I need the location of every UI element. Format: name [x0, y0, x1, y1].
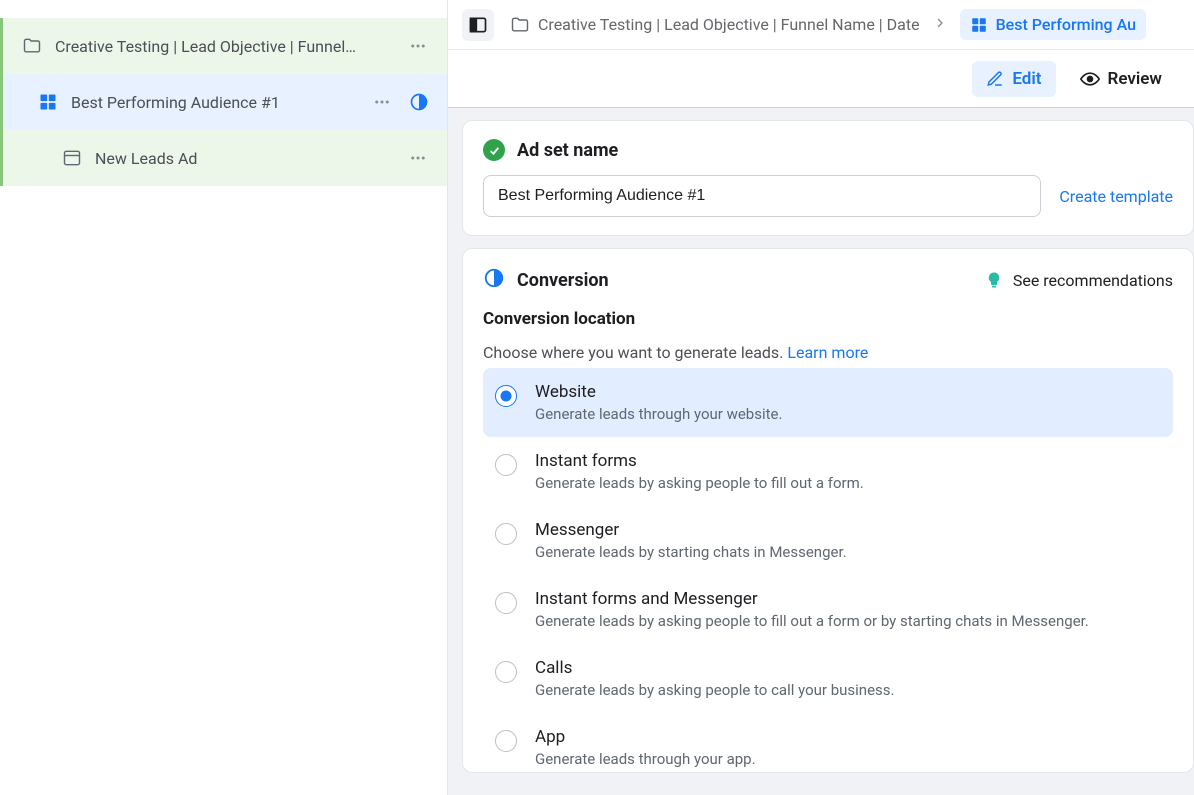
learn-more-link[interactable]: Learn more	[787, 343, 868, 362]
tab-edit-label: Edit	[1012, 69, 1041, 89]
tab-edit[interactable]: Edit	[972, 61, 1055, 97]
breadcrumb-adset[interactable]: Best Performing Au	[960, 9, 1146, 40]
topbar: Creative Testing | Lead Objective | Funn…	[448, 0, 1194, 50]
option-title: Calls	[535, 658, 894, 678]
option-title: Instant forms	[535, 451, 864, 471]
radio-icon	[495, 454, 517, 476]
option-calls[interactable]: Calls Generate leads by asking people to…	[483, 644, 1173, 713]
option-title: Instant forms and Messenger	[535, 589, 1089, 609]
option-desc: Generate leads by starting chats in Mess…	[535, 543, 847, 561]
tree-item-adset[interactable]: Best Performing Audience #1	[0, 74, 447, 130]
half-circle-icon	[483, 267, 505, 293]
conversion-title: Conversion	[517, 270, 609, 291]
option-website[interactable]: Website Generate leads through your webs…	[483, 368, 1173, 437]
radio-icon	[495, 730, 517, 752]
option-instant-forms[interactable]: Instant forms Generate leads by asking p…	[483, 437, 1173, 506]
create-template-link[interactable]: Create template	[1059, 187, 1173, 206]
pencil-icon	[986, 70, 1004, 88]
lightbulb-icon	[985, 271, 1003, 289]
option-desc: Generate leads through your website.	[535, 405, 782, 423]
see-recommendations-label: See recommendations	[1013, 271, 1173, 290]
adset-icon	[37, 91, 59, 113]
folder-icon	[510, 15, 530, 35]
ad-icon	[61, 147, 83, 169]
campaign-tree: Creative Testing | Lead Objective | Funn…	[0, 0, 447, 186]
option-app[interactable]: App Generate leads through your app.	[483, 713, 1173, 772]
option-title: App	[535, 727, 756, 747]
half-circle-icon[interactable]	[409, 92, 429, 112]
more-icon[interactable]	[407, 35, 429, 57]
chevron-right-icon	[932, 15, 948, 35]
tree-item-label: New Leads Ad	[95, 149, 407, 168]
conversion-helper: Choose where you want to generate leads.…	[483, 343, 1173, 362]
main-panel: Creative Testing | Lead Objective | Funn…	[448, 0, 1194, 795]
breadcrumb-campaign-label: Creative Testing | Lead Objective | Funn…	[538, 15, 920, 34]
content: Ad set name Create template Conversion S…	[448, 108, 1194, 773]
radio-icon	[495, 385, 517, 407]
breadcrumb-adset-label: Best Performing Au	[996, 15, 1136, 34]
more-icon[interactable]	[407, 147, 429, 169]
option-instant-forms-messenger[interactable]: Instant forms and Messenger Generate lea…	[483, 575, 1173, 644]
adset-name-title: Ad set name	[517, 140, 618, 161]
radio-icon	[495, 661, 517, 683]
option-title: Website	[535, 382, 782, 402]
option-title: Messenger	[535, 520, 847, 540]
option-messenger[interactable]: Messenger Generate leads by starting cha…	[483, 506, 1173, 575]
breadcrumb-campaign[interactable]: Creative Testing | Lead Objective | Funn…	[510, 15, 920, 35]
eye-icon	[1080, 69, 1100, 89]
tabs-row: Edit Review	[448, 50, 1194, 108]
tree-item-label: Best Performing Audience #1	[71, 93, 371, 112]
option-desc: Generate leads by asking people to call …	[535, 681, 894, 699]
tree-item-campaign[interactable]: Creative Testing | Lead Objective | Funn…	[0, 18, 447, 74]
tab-review[interactable]: Review	[1066, 61, 1176, 97]
radio-icon	[495, 523, 517, 545]
adset-name-input[interactable]	[483, 175, 1041, 217]
folder-icon	[21, 35, 43, 57]
conversion-options: Website Generate leads through your webs…	[483, 368, 1173, 772]
check-circle-icon	[483, 139, 505, 161]
option-desc: Generate leads by asking people to fill …	[535, 612, 1089, 630]
breadcrumb: Creative Testing | Lead Objective | Funn…	[510, 9, 1180, 40]
adset-name-card: Ad set name Create template	[462, 120, 1194, 236]
tab-review-label: Review	[1108, 69, 1162, 89]
radio-icon	[495, 592, 517, 614]
panel-toggle-icon[interactable]	[462, 9, 494, 41]
more-icon[interactable]	[371, 91, 393, 113]
adset-icon	[970, 16, 988, 34]
option-desc: Generate leads by asking people to fill …	[535, 474, 864, 492]
tree-item-ad[interactable]: New Leads Ad	[0, 130, 447, 186]
option-desc: Generate leads through your app.	[535, 750, 756, 768]
tree-item-label: Creative Testing | Lead Objective | Funn…	[55, 37, 407, 56]
sidebar: Creative Testing | Lead Objective | Funn…	[0, 0, 448, 795]
see-recommendations[interactable]: See recommendations	[985, 271, 1173, 290]
conversion-location-title: Conversion location	[483, 309, 1173, 329]
conversion-card: Conversion See recommendations Conversio…	[462, 248, 1194, 773]
